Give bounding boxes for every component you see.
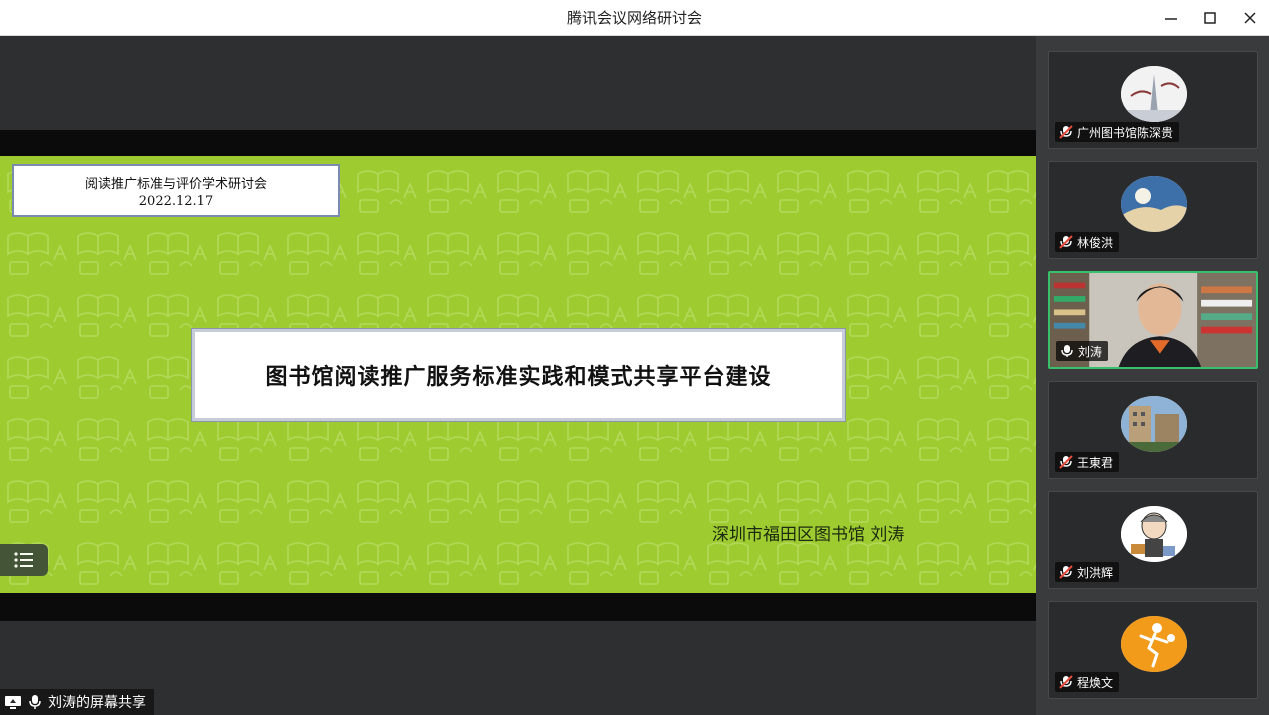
mic-muted-icon [1059,455,1073,469]
participant-name: 刘洪辉 [1077,565,1114,580]
building-avatar [1121,396,1187,452]
close-button[interactable] [1236,6,1264,30]
participant-name: 程焕文 [1077,675,1114,690]
screen-share-icon [5,696,21,709]
slide-author: 深圳市福田区图书馆 刘涛 [712,525,905,545]
participant-name: 广州图书馆陈深贵 [1077,125,1174,140]
participants-panel: 广州图书馆陈深贵 林俊洪 刘涛 王東君 刘洪辉 程焕文 [1036,36,1269,715]
participant-tile[interactable]: 刘洪辉 [1048,491,1258,589]
minimize-icon [1165,18,1177,20]
participant-nametag: 程焕文 [1055,672,1120,692]
participant-nametag: 刘洪辉 [1055,562,1120,582]
close-icon [1244,12,1256,24]
window-title: 腾讯会议网络研讨会 [566,9,702,27]
participant-tile[interactable]: 王東君 [1048,381,1258,479]
basketball-avatar [1121,616,1187,672]
title-bar: 腾讯会议网络研讨会 [0,0,1269,36]
minimize-button[interactable] [1157,6,1185,30]
participant-nametag: 林俊洪 [1055,232,1120,252]
maximize-icon [1204,12,1216,24]
event-name: 阅读推广标准与评价学术研讨会 [84,177,267,192]
participant-tile[interactable]: 程焕文 [1048,601,1258,699]
letterbox-top [0,130,1036,156]
list-icon [14,552,33,568]
slide-title: 图书馆阅读推广服务标准实践和模式共享平台建设 [265,364,772,390]
letterbox-bottom [0,593,1036,621]
participant-nametag: 王東君 [1055,452,1120,472]
mic-muted-icon [1059,125,1073,139]
participant-tile-active[interactable]: 刘涛 [1048,271,1258,369]
mic-icon [1061,345,1073,357]
list-menu-button[interactable] [0,544,48,576]
participant-tile[interactable]: 林俊洪 [1048,161,1258,259]
participant-name: 王東君 [1077,455,1114,470]
participant-nametag: 刘涛 [1056,341,1109,361]
city-tower-avatar [1121,66,1187,122]
screen-share-text: 刘涛的屏幕共享 [48,695,146,711]
mic-muted-icon [1059,565,1073,579]
participant-tile[interactable]: 广州图书馆陈深贵 [1048,51,1258,149]
maximize-button[interactable] [1196,6,1224,30]
screen-share-label: 刘涛的屏幕共享 [0,689,154,715]
mic-icon [29,695,41,709]
participant-name: 林俊洪 [1077,235,1114,250]
slide-title-box: 图书馆阅读推广服务标准实践和模式共享平台建设 [192,329,845,421]
event-info-box: 阅读推广标准与评价学术研讨会 2022.12.17 [12,164,340,217]
event-date: 2022.12.17 [138,194,214,209]
presentation-slide: 阅读推广标准与评价学术研讨会 2022.12.17 图书馆阅读推广服务标准实践和… [0,156,1036,593]
cartoon-avatar [1121,506,1187,562]
mic-muted-icon [1059,235,1073,249]
shared-screen-area: 阅读推广标准与评价学术研讨会 2022.12.17 图书馆阅读推广服务标准实践和… [0,36,1036,715]
mic-muted-icon [1059,675,1073,689]
participant-name: 刘涛 [1078,344,1103,359]
participant-nametag: 广州图书馆陈深贵 [1055,122,1180,142]
beach-moon-avatar [1121,176,1187,232]
